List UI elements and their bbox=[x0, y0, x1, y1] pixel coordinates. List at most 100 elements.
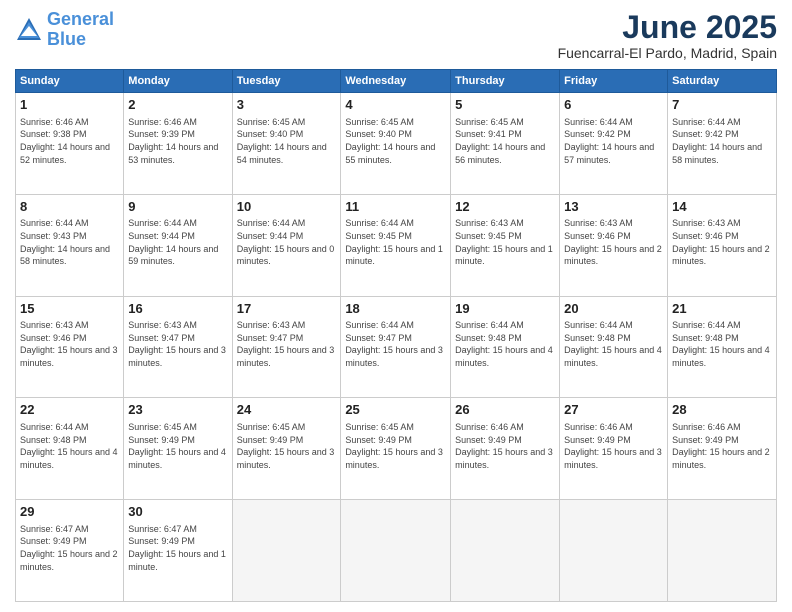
table-row: 17 Sunrise: 6:43 AM Sunset: 9:47 PM Dayl… bbox=[232, 296, 341, 398]
table-row bbox=[451, 500, 560, 602]
calendar-table: Sunday Monday Tuesday Wednesday Thursday… bbox=[15, 69, 777, 602]
table-row: 23 Sunrise: 6:45 AM Sunset: 9:49 PM Dayl… bbox=[124, 398, 232, 500]
day-info: Sunrise: 6:44 AM Sunset: 9:48 PM Dayligh… bbox=[672, 319, 772, 369]
day-info: Sunrise: 6:44 AM Sunset: 9:45 PM Dayligh… bbox=[345, 217, 446, 267]
day-info: Sunrise: 6:43 AM Sunset: 9:45 PM Dayligh… bbox=[455, 217, 555, 267]
day-info: Sunrise: 6:45 AM Sunset: 9:49 PM Dayligh… bbox=[237, 421, 337, 471]
day-info: Sunrise: 6:45 AM Sunset: 9:49 PM Dayligh… bbox=[345, 421, 446, 471]
day-number: 10 bbox=[237, 198, 337, 216]
table-row: 21 Sunrise: 6:44 AM Sunset: 9:48 PM Dayl… bbox=[668, 296, 777, 398]
table-row: 18 Sunrise: 6:44 AM Sunset: 9:47 PM Dayl… bbox=[341, 296, 451, 398]
day-info: Sunrise: 6:45 AM Sunset: 9:40 PM Dayligh… bbox=[345, 116, 446, 166]
day-info: Sunrise: 6:43 AM Sunset: 9:47 PM Dayligh… bbox=[237, 319, 337, 369]
day-number: 25 bbox=[345, 401, 446, 419]
day-info: Sunrise: 6:45 AM Sunset: 9:41 PM Dayligh… bbox=[455, 116, 555, 166]
table-row: 9 Sunrise: 6:44 AM Sunset: 9:44 PM Dayli… bbox=[124, 194, 232, 296]
day-number: 12 bbox=[455, 198, 555, 216]
table-row: 22 Sunrise: 6:44 AM Sunset: 9:48 PM Dayl… bbox=[16, 398, 124, 500]
calendar-row: 8 Sunrise: 6:44 AM Sunset: 9:43 PM Dayli… bbox=[16, 194, 777, 296]
header-row: Sunday Monday Tuesday Wednesday Thursday… bbox=[16, 70, 777, 93]
day-number: 17 bbox=[237, 300, 337, 318]
day-number: 2 bbox=[128, 96, 227, 114]
logo: General Blue bbox=[15, 10, 114, 50]
table-row bbox=[668, 500, 777, 602]
table-row: 13 Sunrise: 6:43 AM Sunset: 9:46 PM Dayl… bbox=[560, 194, 668, 296]
col-sunday: Sunday bbox=[16, 70, 124, 93]
day-number: 30 bbox=[128, 503, 227, 521]
main-title: June 2025 bbox=[558, 10, 777, 45]
table-row: 29 Sunrise: 6:47 AM Sunset: 9:49 PM Dayl… bbox=[16, 500, 124, 602]
day-info: Sunrise: 6:43 AM Sunset: 9:46 PM Dayligh… bbox=[20, 319, 119, 369]
col-monday: Monday bbox=[124, 70, 232, 93]
header: General Blue June 2025 Fuencarral-El Par… bbox=[15, 10, 777, 61]
table-row bbox=[232, 500, 341, 602]
table-row: 5 Sunrise: 6:45 AM Sunset: 9:41 PM Dayli… bbox=[451, 93, 560, 195]
day-number: 1 bbox=[20, 96, 119, 114]
table-row bbox=[560, 500, 668, 602]
logo-icon bbox=[15, 16, 43, 44]
table-row: 14 Sunrise: 6:43 AM Sunset: 9:46 PM Dayl… bbox=[668, 194, 777, 296]
calendar-row: 1 Sunrise: 6:46 AM Sunset: 9:38 PM Dayli… bbox=[16, 93, 777, 195]
day-number: 29 bbox=[20, 503, 119, 521]
day-number: 18 bbox=[345, 300, 446, 318]
day-number: 13 bbox=[564, 198, 663, 216]
table-row: 15 Sunrise: 6:43 AM Sunset: 9:46 PM Dayl… bbox=[16, 296, 124, 398]
table-row bbox=[341, 500, 451, 602]
day-info: Sunrise: 6:46 AM Sunset: 9:39 PM Dayligh… bbox=[128, 116, 227, 166]
day-number: 21 bbox=[672, 300, 772, 318]
day-info: Sunrise: 6:46 AM Sunset: 9:49 PM Dayligh… bbox=[564, 421, 663, 471]
day-number: 9 bbox=[128, 198, 227, 216]
day-number: 8 bbox=[20, 198, 119, 216]
table-row: 19 Sunrise: 6:44 AM Sunset: 9:48 PM Dayl… bbox=[451, 296, 560, 398]
day-number: 4 bbox=[345, 96, 446, 114]
table-row: 6 Sunrise: 6:44 AM Sunset: 9:42 PM Dayli… bbox=[560, 93, 668, 195]
page: General Blue June 2025 Fuencarral-El Par… bbox=[0, 0, 792, 612]
table-row: 3 Sunrise: 6:45 AM Sunset: 9:40 PM Dayli… bbox=[232, 93, 341, 195]
calendar-row: 22 Sunrise: 6:44 AM Sunset: 9:48 PM Dayl… bbox=[16, 398, 777, 500]
day-info: Sunrise: 6:45 AM Sunset: 9:49 PM Dayligh… bbox=[128, 421, 227, 471]
table-row: 24 Sunrise: 6:45 AM Sunset: 9:49 PM Dayl… bbox=[232, 398, 341, 500]
day-info: Sunrise: 6:44 AM Sunset: 9:44 PM Dayligh… bbox=[237, 217, 337, 267]
day-number: 15 bbox=[20, 300, 119, 318]
day-info: Sunrise: 6:43 AM Sunset: 9:46 PM Dayligh… bbox=[672, 217, 772, 267]
day-info: Sunrise: 6:43 AM Sunset: 9:47 PM Dayligh… bbox=[128, 319, 227, 369]
col-saturday: Saturday bbox=[668, 70, 777, 93]
table-row: 30 Sunrise: 6:47 AM Sunset: 9:49 PM Dayl… bbox=[124, 500, 232, 602]
day-info: Sunrise: 6:44 AM Sunset: 9:48 PM Dayligh… bbox=[564, 319, 663, 369]
table-row: 1 Sunrise: 6:46 AM Sunset: 9:38 PM Dayli… bbox=[16, 93, 124, 195]
day-info: Sunrise: 6:46 AM Sunset: 9:49 PM Dayligh… bbox=[455, 421, 555, 471]
table-row: 11 Sunrise: 6:44 AM Sunset: 9:45 PM Dayl… bbox=[341, 194, 451, 296]
day-info: Sunrise: 6:44 AM Sunset: 9:48 PM Dayligh… bbox=[20, 421, 119, 471]
logo-general: General bbox=[47, 9, 114, 29]
day-number: 26 bbox=[455, 401, 555, 419]
calendar-row: 29 Sunrise: 6:47 AM Sunset: 9:49 PM Dayl… bbox=[16, 500, 777, 602]
day-number: 28 bbox=[672, 401, 772, 419]
day-info: Sunrise: 6:45 AM Sunset: 9:40 PM Dayligh… bbox=[237, 116, 337, 166]
day-info: Sunrise: 6:44 AM Sunset: 9:44 PM Dayligh… bbox=[128, 217, 227, 267]
day-number: 16 bbox=[128, 300, 227, 318]
table-row: 12 Sunrise: 6:43 AM Sunset: 9:45 PM Dayl… bbox=[451, 194, 560, 296]
day-info: Sunrise: 6:43 AM Sunset: 9:46 PM Dayligh… bbox=[564, 217, 663, 267]
day-info: Sunrise: 6:44 AM Sunset: 9:42 PM Dayligh… bbox=[564, 116, 663, 166]
col-friday: Friday bbox=[560, 70, 668, 93]
day-number: 19 bbox=[455, 300, 555, 318]
day-number: 24 bbox=[237, 401, 337, 419]
day-number: 20 bbox=[564, 300, 663, 318]
day-info: Sunrise: 6:44 AM Sunset: 9:48 PM Dayligh… bbox=[455, 319, 555, 369]
table-row: 7 Sunrise: 6:44 AM Sunset: 9:42 PM Dayli… bbox=[668, 93, 777, 195]
title-block: June 2025 Fuencarral-El Pardo, Madrid, S… bbox=[558, 10, 777, 61]
table-row: 4 Sunrise: 6:45 AM Sunset: 9:40 PM Dayli… bbox=[341, 93, 451, 195]
col-thursday: Thursday bbox=[451, 70, 560, 93]
day-info: Sunrise: 6:44 AM Sunset: 9:47 PM Dayligh… bbox=[345, 319, 446, 369]
table-row: 10 Sunrise: 6:44 AM Sunset: 9:44 PM Dayl… bbox=[232, 194, 341, 296]
day-info: Sunrise: 6:46 AM Sunset: 9:38 PM Dayligh… bbox=[20, 116, 119, 166]
day-number: 3 bbox=[237, 96, 337, 114]
table-row: 20 Sunrise: 6:44 AM Sunset: 9:48 PM Dayl… bbox=[560, 296, 668, 398]
day-number: 23 bbox=[128, 401, 227, 419]
table-row: 28 Sunrise: 6:46 AM Sunset: 9:49 PM Dayl… bbox=[668, 398, 777, 500]
day-number: 27 bbox=[564, 401, 663, 419]
table-row: 25 Sunrise: 6:45 AM Sunset: 9:49 PM Dayl… bbox=[341, 398, 451, 500]
col-wednesday: Wednesday bbox=[341, 70, 451, 93]
day-number: 5 bbox=[455, 96, 555, 114]
day-number: 7 bbox=[672, 96, 772, 114]
